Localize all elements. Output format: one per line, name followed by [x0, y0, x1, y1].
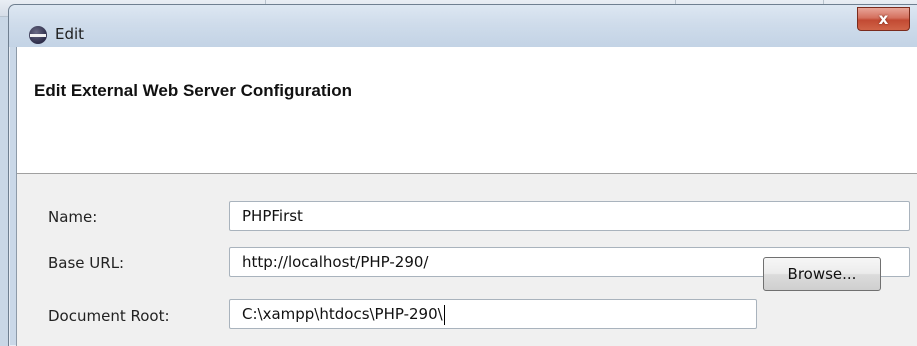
document-root-field-value: C:\xampp\htdocs\PHP-290\ — [242, 305, 443, 323]
close-icon: x — [878, 10, 889, 28]
name-field-value: PHPFirst — [242, 207, 303, 225]
dialog-content: Edit External Web Server Configuration N… — [16, 47, 917, 346]
document-root-label: Document Root: — [48, 307, 170, 325]
browse-button[interactable]: Browse... — [763, 257, 881, 291]
edit-dialog: Edit x Edit External Web Server Configur… — [8, 4, 917, 346]
title-bar[interactable]: Edit x — [9, 5, 917, 47]
text-caret — [443, 304, 445, 325]
name-field[interactable]: PHPFirst — [229, 201, 910, 231]
document-root-field[interactable]: C:\xampp\htdocs\PHP-290\ — [229, 299, 757, 329]
window-title: Edit — [55, 25, 85, 43]
base-url-label: Base URL: — [48, 254, 125, 272]
name-label: Name: — [48, 208, 98, 226]
base-url-field-value: http://localhost/PHP-290/ — [242, 253, 429, 271]
header-area: Edit External Web Server Configuration — [17, 47, 917, 174]
close-button[interactable]: x — [857, 7, 910, 31]
page-title: Edit External Web Server Configuration — [34, 81, 353, 100]
eclipse-icon — [29, 26, 47, 44]
